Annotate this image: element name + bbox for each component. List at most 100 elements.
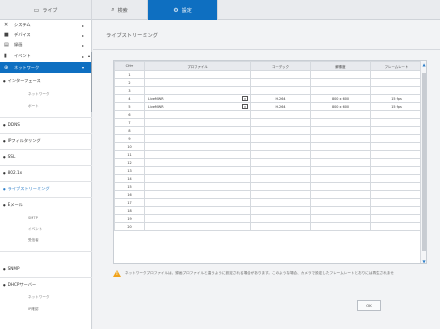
tab-live-label: ライブ — [42, 7, 58, 14]
sidebar-item-system[interactable]: ✕ システム ▸ — [0, 20, 92, 30]
sidebar-section-live-streaming[interactable]: ● ライブストリーミング — [0, 186, 92, 192]
cell-profile[interactable] — [144, 158, 251, 167]
table-row[interactable]: 14 — [114, 174, 426, 183]
table-row[interactable]: 3 — [114, 86, 426, 95]
cell-ch: 20 — [114, 222, 145, 231]
cell-codec — [250, 182, 311, 191]
cell-codec — [250, 206, 311, 215]
sidebar-section-snmp[interactable]: ● SNMP — [0, 266, 92, 271]
cell-profile[interactable]: LiveMWR ▾ — [144, 102, 251, 111]
table-row[interactable]: 7 — [114, 118, 426, 127]
cell-codec — [250, 158, 311, 167]
cell-profile[interactable] — [144, 174, 251, 183]
sidebar-item-event[interactable]: ▮ イベント ▸ — [0, 51, 92, 61]
cell-profile[interactable] — [144, 78, 251, 87]
header-codec: コーデック — [250, 61, 311, 71]
header-ch[interactable]: CH↔ — [114, 61, 145, 71]
sidebar-item-record[interactable]: ▤ 録画 ▸ — [0, 40, 92, 50]
table-row[interactable]: 16 — [114, 190, 426, 199]
profile-dropdown[interactable]: ▾ — [242, 104, 248, 109]
sidebar-subitem-event[interactable]: イベント — [28, 227, 42, 232]
tab-live[interactable]: ▭ ライブ — [0, 0, 92, 20]
sidebar-section-ddns[interactable]: ● DDNS — [0, 122, 92, 127]
table-row[interactable]: 18 — [114, 206, 426, 215]
cell-ch: 16 — [114, 190, 145, 199]
cell-profile[interactable] — [144, 190, 251, 199]
table-row[interactable]: 9 — [114, 134, 426, 143]
sidebar-subitem-ip-check[interactable]: IP確認 — [28, 307, 38, 312]
profile-dropdown[interactable]: ▾ — [242, 96, 248, 101]
table-row[interactable]: 20 — [114, 222, 426, 231]
cell-profile[interactable] — [144, 214, 251, 223]
cell-profile[interactable] — [144, 166, 251, 175]
table-row[interactable]: 1 — [114, 70, 426, 79]
table-row[interactable]: 19 — [114, 214, 426, 223]
table-row[interactable]: 2 — [114, 78, 426, 87]
tab-search[interactable]: ⌕ 検索 — [92, 0, 148, 20]
sidebar-section-ipfilter[interactable]: ● IPフィルタリング — [0, 138, 92, 144]
table-row[interactable]: 4 LiveMWR ▾ H.264 800 x 600 15 fps — [114, 94, 426, 103]
cell-codec — [250, 150, 311, 159]
cell-profile[interactable] — [144, 222, 251, 231]
sidebar-section-email[interactable]: ● Eメール — [0, 202, 92, 208]
cell-codec — [250, 222, 311, 231]
sidebar-subitem-network[interactable]: ネットワーク — [28, 92, 50, 97]
divider — [0, 117, 92, 118]
bullet-icon: ● — [3, 203, 6, 207]
cell-profile[interactable] — [144, 110, 251, 119]
scroll-up-icon[interactable]: ▴ — [88, 53, 90, 58]
table-row[interactable]: 17 — [114, 198, 426, 207]
table-row[interactable]: 5 LiveMWR ▾ H.264 800 x 600 15 fps — [114, 102, 426, 111]
cell-resolution — [310, 182, 371, 191]
cell-profile[interactable] — [144, 206, 251, 215]
cell-profile[interactable] — [144, 86, 251, 95]
cell-profile[interactable]: LiveMWR ▾ — [144, 94, 251, 103]
sidebar-item-device[interactable]: ■ デバイス ▸ — [0, 30, 92, 40]
cell-profile[interactable] — [144, 118, 251, 127]
table-row[interactable]: 15 — [114, 182, 426, 191]
cell-ch: 15 — [114, 182, 145, 191]
table-row[interactable]: 10 — [114, 142, 426, 151]
scroll-down-icon[interactable]: ▼ — [421, 259, 426, 263]
table-scrollbar[interactable]: ▲ ▼ — [420, 61, 426, 263]
sidebar-subitem-dhcp-network[interactable]: ネットワーク — [28, 295, 50, 300]
sidebar-subitem-port[interactable]: ポート — [28, 104, 39, 109]
bullet-icon: ● — [3, 187, 6, 191]
scrollbar-thumb[interactable] — [422, 73, 426, 251]
sidebar-section-ssl[interactable]: ● SSL — [0, 154, 92, 159]
ok-button[interactable]: OK — [357, 300, 381, 311]
sidebar-subitem-recipient[interactable]: 受信者 — [28, 238, 39, 243]
chevron-right-icon: ▸ — [81, 53, 84, 59]
sidebar: ✕ システム ▸ ■ デバイス ▸ ▤ 録画 ▸ ▮ イベント ▸ ⊕ ネットワ… — [0, 20, 92, 329]
table-row[interactable]: 6 — [114, 110, 426, 119]
cell-framerate — [370, 150, 423, 159]
cell-ch: 10 — [114, 142, 145, 151]
sidebar-section-interface[interactable]: ● インターフェース — [0, 78, 92, 84]
cell-profile[interactable] — [144, 70, 251, 79]
table-row[interactable]: 13 — [114, 166, 426, 175]
cell-profile[interactable] — [144, 126, 251, 135]
cell-profile[interactable] — [144, 142, 251, 151]
cell-resolution — [310, 78, 371, 87]
table-row[interactable]: 8 — [114, 126, 426, 135]
section-label: インターフェース — [7, 78, 41, 83]
section-label: Eメール — [7, 202, 23, 207]
divider — [93, 49, 440, 50]
sidebar-section-dhcp[interactable]: ● DHCPサーバー — [0, 282, 92, 288]
sidebar-section-8021x[interactable]: ● 802.1x — [0, 170, 92, 175]
cell-ch: 12 — [114, 158, 145, 167]
section-label: IPフィルタリング — [7, 138, 41, 143]
cell-ch: 8 — [114, 126, 145, 135]
sidebar-subitem-smtp[interactable]: SMTP — [28, 216, 38, 220]
cell-profile[interactable] — [144, 134, 251, 143]
cell-profile[interactable] — [144, 198, 251, 207]
cell-ch: 1 — [114, 70, 145, 79]
cell-profile[interactable] — [144, 150, 251, 159]
cell-profile[interactable] — [144, 182, 251, 191]
sidebar-item-network[interactable]: ⊕ ネットワーク ▾ — [0, 62, 92, 73]
cell-ch: 11 — [114, 150, 145, 159]
table-row[interactable]: 12 — [114, 158, 426, 167]
table-row[interactable]: 11 — [114, 150, 426, 159]
tab-settings-label: 設定 — [181, 7, 192, 14]
tab-settings[interactable]: ⚙ 設定 — [148, 0, 218, 20]
